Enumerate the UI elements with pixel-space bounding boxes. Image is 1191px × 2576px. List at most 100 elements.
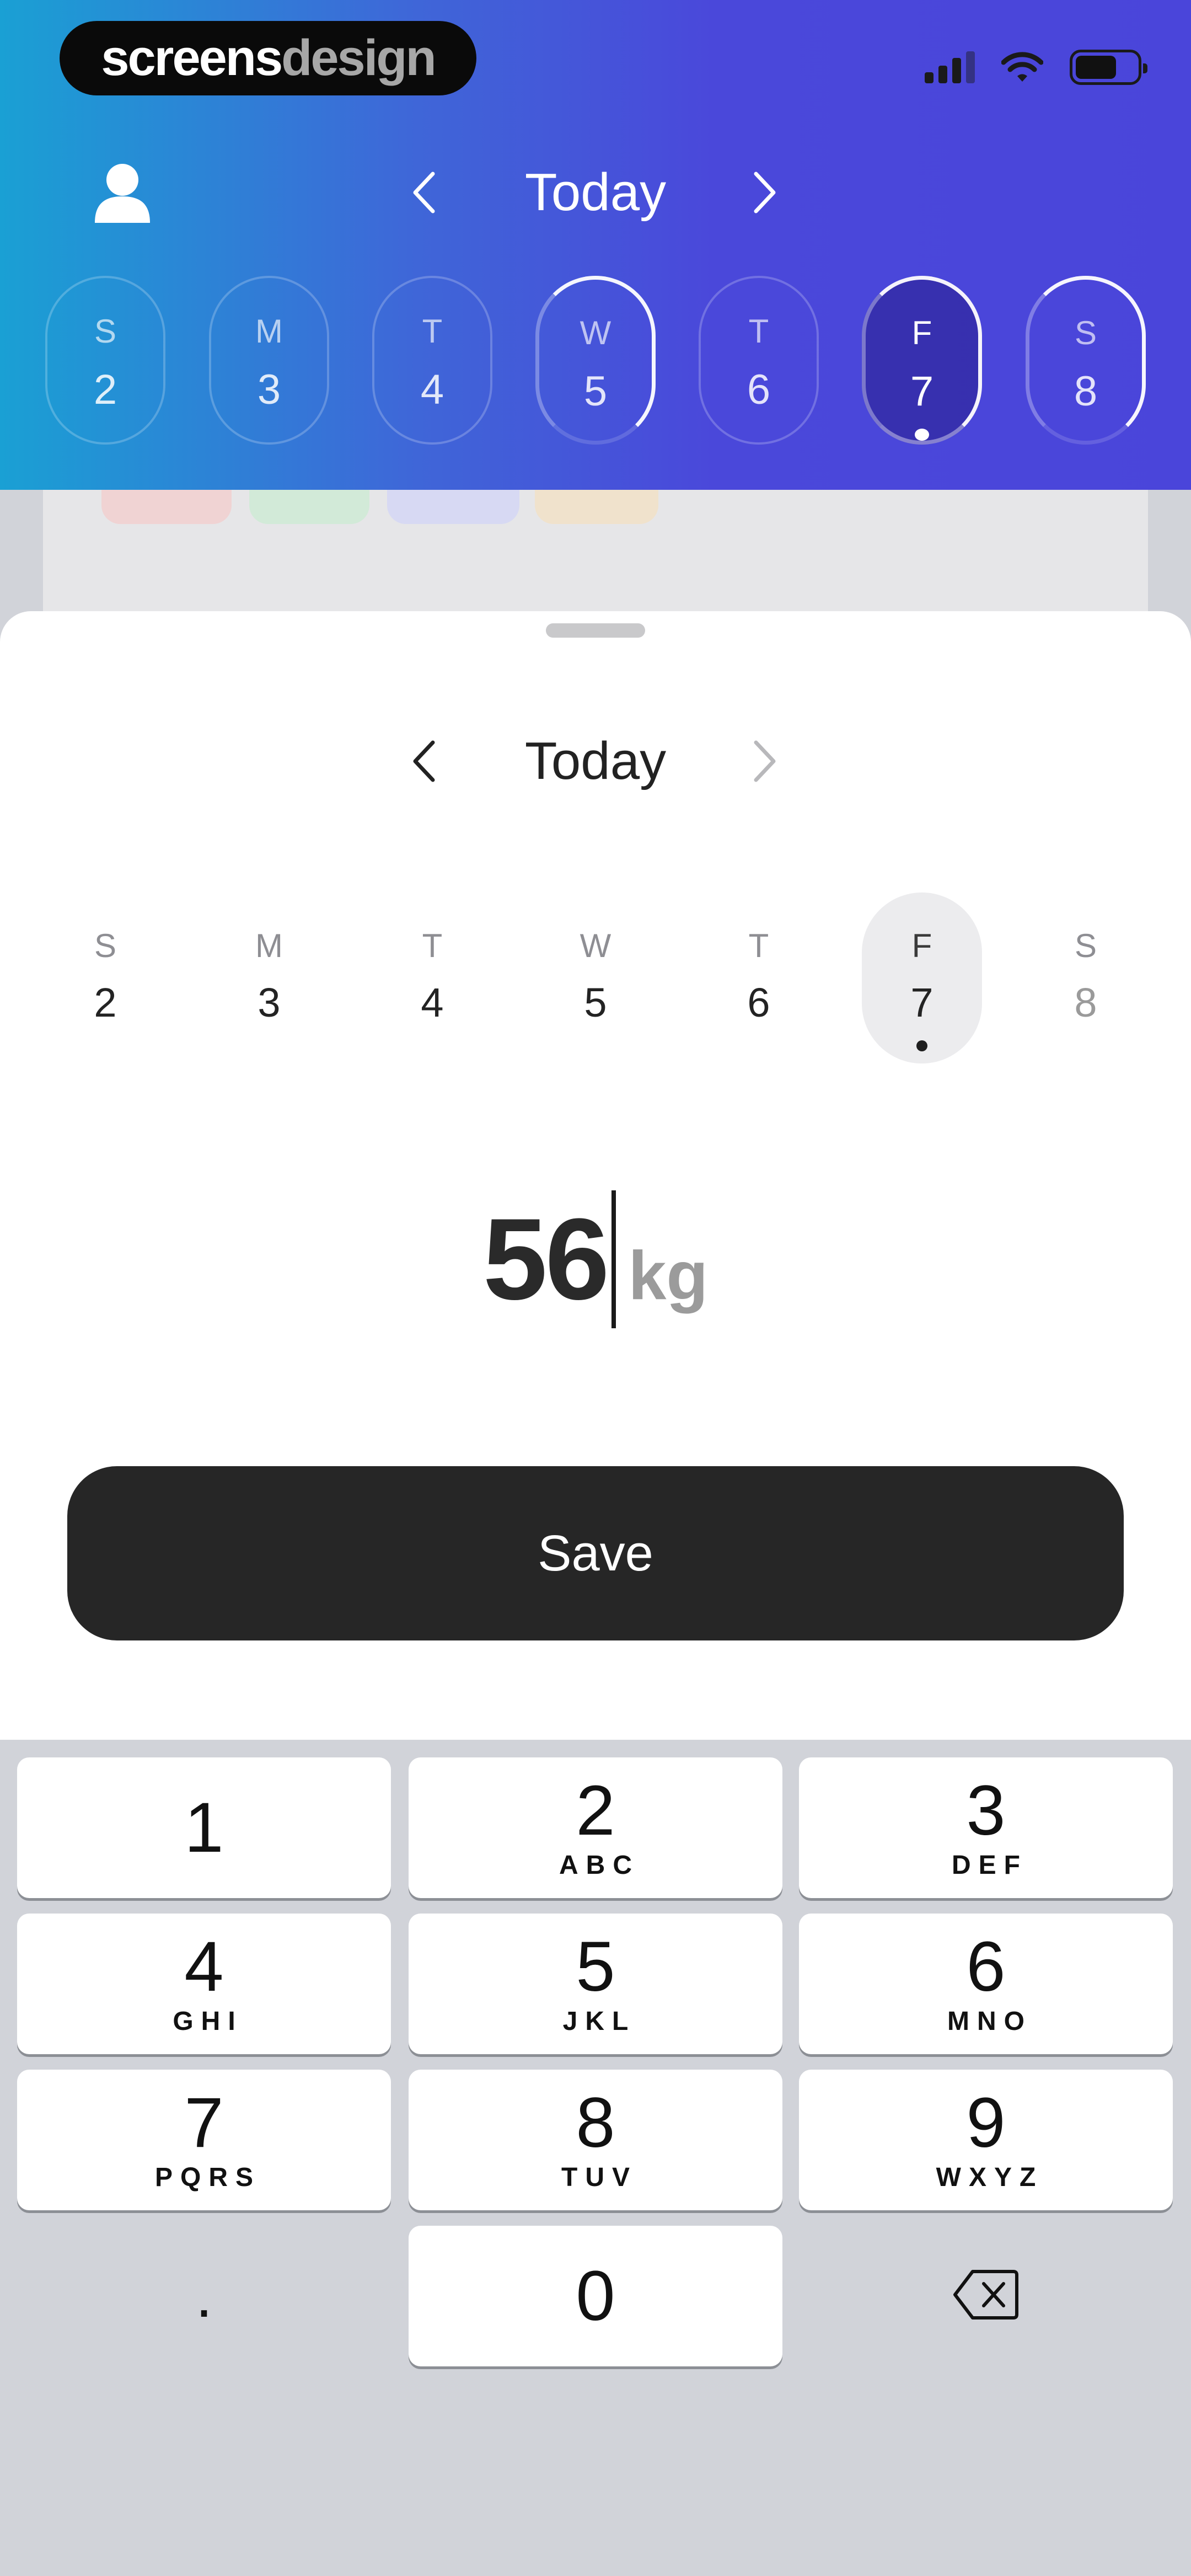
sheet-grabber[interactable] (546, 623, 645, 638)
key-letters: WXYZ (936, 2163, 1044, 2192)
key-number: 4 (184, 1927, 224, 2006)
header-week-strip: S 2 M 3 T 4 W 5 T 6 F 7 S 8 (0, 276, 1191, 445)
day-letter: W (580, 314, 611, 351)
key-0[interactable]: 0 (409, 2226, 782, 2366)
key-4[interactable]: 4 GHI (17, 1914, 391, 2054)
header-day[interactable]: M 3 (209, 276, 329, 445)
day-letter: T (422, 927, 443, 964)
day-number: 2 (94, 980, 117, 1025)
day-letter: M (255, 927, 283, 964)
key-number: 9 (966, 2083, 1006, 2162)
sheet-day[interactable]: T 6 (699, 892, 819, 1063)
day-number: 7 (910, 368, 934, 415)
selected-day-dot (916, 1040, 927, 1051)
day-number: 4 (420, 366, 444, 413)
key-letters: MNO (947, 2007, 1032, 2036)
key-8[interactable]: 8 TUV (409, 2070, 782, 2210)
key-letters: DEF (952, 1851, 1028, 1880)
key-decimal[interactable]: . (17, 2226, 391, 2366)
key-number: 2 (576, 1771, 615, 1850)
numeric-keypad: 1 2 ABC 3 DEF 4 GHI 5 JKL 6 MNO 7 PQRS 8… (0, 1740, 1191, 2576)
background-chip (101, 490, 232, 524)
header-date-nav: Today (0, 157, 1191, 228)
brand-text-screens: screens (101, 30, 283, 86)
sheet-day[interactable]: S 8 (1026, 892, 1146, 1063)
header-date-title: Today (524, 163, 667, 222)
key-2[interactable]: 2 ABC (409, 1757, 782, 1898)
day-number: 8 (1074, 368, 1098, 415)
key-number: . (195, 2262, 213, 2330)
key-number: 3 (966, 1771, 1006, 1850)
day-number: 3 (257, 980, 281, 1025)
sheet-date-nav: Today (0, 728, 1191, 794)
day-letter: S (94, 927, 117, 964)
sheet-day[interactable]: W 5 (535, 892, 656, 1063)
key-3[interactable]: 3 DEF (799, 1757, 1173, 1898)
day-letter: M (255, 313, 283, 350)
background-chip (249, 490, 369, 524)
day-number: 7 (910, 980, 934, 1025)
sheet-date-title: Today (524, 731, 667, 790)
brand-logo: screens design (60, 21, 476, 95)
chevron-right-icon[interactable] (739, 736, 789, 786)
header-day[interactable]: T 4 (372, 276, 492, 445)
wifi-icon (1001, 51, 1043, 83)
chevron-left-icon[interactable] (400, 168, 449, 217)
key-6[interactable]: 6 MNO (799, 1914, 1173, 2054)
day-letter: F (911, 314, 932, 351)
selected-day-dot (915, 429, 929, 441)
header-day[interactable]: S 8 (1026, 276, 1146, 445)
cellular-signal-icon (925, 51, 975, 83)
sheet-day[interactable]: M 3 (209, 892, 329, 1063)
key-number: 1 (184, 1788, 224, 1867)
weight-input[interactable]: 56 kg (0, 1190, 1191, 1328)
day-letter: T (748, 927, 769, 964)
key-7[interactable]: 7 PQRS (17, 2070, 391, 2210)
key-5[interactable]: 5 JKL (409, 1914, 782, 2054)
day-letter: T (422, 313, 443, 350)
day-letter: W (580, 927, 611, 964)
brand-text-design: design (281, 30, 436, 86)
key-number: 8 (576, 2083, 615, 2162)
save-button[interactable]: Save (67, 1466, 1124, 1640)
day-letter: T (748, 313, 769, 350)
key-letters: PQRS (154, 2163, 261, 2192)
key-letters: JKL (562, 2007, 636, 2036)
day-number: 5 (583, 368, 608, 415)
key-1[interactable]: 1 (17, 1757, 391, 1898)
chevron-right-icon[interactable] (739, 168, 789, 217)
day-number: 4 (421, 980, 444, 1025)
background-chip (387, 490, 519, 524)
day-number: 5 (584, 980, 607, 1025)
backspace-icon (952, 2268, 1020, 2324)
key-letters: GHI (173, 2007, 243, 2036)
day-number: 8 (1074, 980, 1097, 1025)
sheet-day-selected[interactable]: F 7 (862, 892, 982, 1063)
header-day[interactable]: W 5 (535, 276, 656, 445)
key-number: 7 (184, 2083, 224, 2162)
header-day[interactable]: T 6 (699, 276, 819, 445)
day-number: 3 (257, 366, 281, 413)
background-chip (535, 490, 658, 524)
key-letters: ABC (559, 1851, 640, 1880)
key-backspace[interactable] (799, 2226, 1173, 2366)
sheet-day[interactable]: S 2 (45, 892, 165, 1063)
day-letter: S (1074, 314, 1097, 351)
battery-icon (1070, 50, 1147, 85)
key-number: 5 (576, 1927, 615, 2006)
day-letter: S (94, 313, 117, 350)
weight-value: 56 (482, 1194, 610, 1324)
weight-unit: kg (628, 1238, 709, 1314)
sheet-day[interactable]: T 4 (372, 892, 492, 1063)
day-letter: F (911, 927, 932, 964)
text-caret (611, 1190, 616, 1328)
day-letter: S (1074, 927, 1097, 964)
day-number: 6 (747, 366, 771, 413)
status-bar (925, 50, 1147, 85)
app-header: screens design Today S 2 M 3 T 4 W 5 T 6… (0, 0, 1191, 490)
day-number: 2 (93, 366, 117, 413)
header-day-selected[interactable]: F 7 (862, 276, 982, 445)
key-9[interactable]: 9 WXYZ (799, 2070, 1173, 2210)
header-day[interactable]: S 2 (45, 276, 165, 445)
key-number: 6 (966, 1927, 1006, 2006)
